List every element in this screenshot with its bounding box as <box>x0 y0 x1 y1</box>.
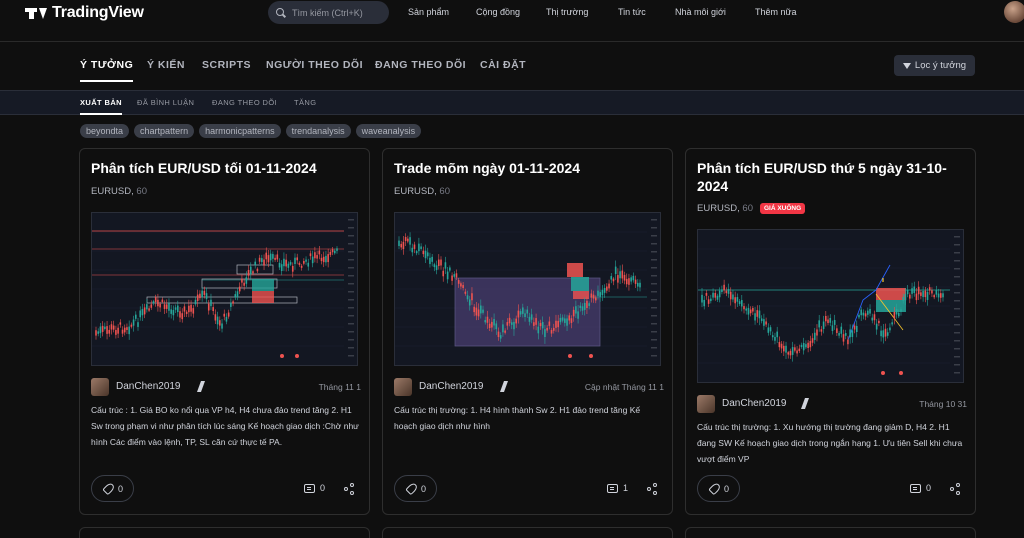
comment-icon <box>607 483 618 493</box>
idea-card-next-row <box>685 527 976 538</box>
rocket-icon <box>102 483 114 495</box>
subtab-following[interactable]: ĐANG THEO DÕI <box>212 98 277 107</box>
tab-following[interactable]: ĐANG THEO DÕI <box>375 59 466 71</box>
top-header: TradingView Sản phẩm Cộng đồng Thị trườn… <box>0 0 1024 42</box>
idea-description: Cấu trúc thị trường: 1. H4 hình thành Sw… <box>394 405 641 431</box>
chart-thumbnail <box>698 230 963 382</box>
pen-icon <box>499 381 509 392</box>
share-icon[interactable] <box>950 483 961 495</box>
tab-followers[interactable]: NGƯỜI THEO DÕI <box>266 59 363 71</box>
comment-icon <box>304 483 315 493</box>
idea-chart-preview[interactable] <box>91 212 358 366</box>
subtab-commented[interactable]: ĐÃ BÌNH LUẬN <box>137 98 194 107</box>
idea-title[interactable]: Trade mõm ngày 01-11-2024 <box>394 159 664 177</box>
nav-markets[interactable]: Thị trường <box>546 7 588 17</box>
idea-chart-preview[interactable] <box>697 229 964 383</box>
comment-count: 0 <box>926 483 932 493</box>
filter-ideas-button[interactable]: Lọc ý tưởng <box>894 55 975 76</box>
subtab-boosted[interactable]: TĂNG <box>294 98 316 107</box>
author-avatar[interactable] <box>394 378 412 396</box>
idea-symbol[interactable]: EURUSD, 60 <box>394 186 450 197</box>
sub-tabs: XUẤT BẢN ĐÃ BÌNH LUẬN ĐANG THEO DÕI TĂNG <box>0 90 1024 115</box>
author-avatar[interactable] <box>697 395 715 413</box>
idea-chart-preview[interactable] <box>394 212 661 366</box>
idea-card-next-row <box>79 527 370 538</box>
rocket-icon <box>708 483 720 495</box>
boost-button[interactable]: 0 <box>91 475 134 502</box>
chart-thumbnail <box>395 213 660 365</box>
nav-community[interactable]: Cộng đồng <box>476 7 520 17</box>
bearish-badge: GIÁ XUỐNG <box>759 203 806 214</box>
chart-thumbnail <box>92 213 357 365</box>
rocket-icon <box>405 483 417 495</box>
boost-button[interactable]: 0 <box>394 475 437 502</box>
comment-count: 0 <box>320 483 326 493</box>
tag-chip[interactable]: trendanalysis <box>285 124 351 138</box>
tab-opinions[interactable]: Ý KIẾN <box>147 59 185 71</box>
comment-icon <box>910 483 921 493</box>
idea-description: Cấu trúc : 1. Giá BO ko nổi qua VP h4, H… <box>91 405 359 447</box>
tab-ideas[interactable]: Ý TƯỞNG <box>80 59 134 82</box>
tradingview-logo[interactable]: TradingView <box>25 4 144 22</box>
filter-icon <box>902 62 911 69</box>
tag-chip[interactable]: beyondta <box>80 124 130 138</box>
author-name[interactable]: DanChen2019 <box>419 381 484 392</box>
idea-title[interactable]: Phân tích EUR/USD thứ 5 ngày 31-10-2024 <box>697 159 967 195</box>
profile-tabs: Ý TƯỞNG Ý KIẾN SCRIPTS NGƯỜI THEO DÕI ĐA… <box>0 42 1024 90</box>
idea-card[interactable]: Phân tích EUR/USD thứ 5 ngày 31-10-2024 … <box>685 148 976 515</box>
boost-count: 0 <box>723 483 729 494</box>
nav-news[interactable]: Tin tức <box>618 7 646 17</box>
nav-brokers[interactable]: Nhà môi giới <box>675 7 726 17</box>
comments-button[interactable]: 0 <box>304 483 325 493</box>
tab-settings[interactable]: CÀI ĐẶT <box>480 59 526 71</box>
search-icon <box>276 7 286 18</box>
boost-count: 0 <box>117 483 123 494</box>
brand-name: TradingView <box>52 4 144 21</box>
publish-date: Cập nhật Tháng 11 1 <box>584 382 664 392</box>
idea-description: Cấu trúc thị trường: 1. Xu hướng thị trư… <box>697 422 963 464</box>
author-row: DanChen2019 Tháng 11 1 <box>91 378 361 396</box>
idea-title[interactable]: Phân tích EUR/USD tối 01-11-2024 <box>91 159 361 177</box>
pen-icon <box>196 381 206 392</box>
comments-button[interactable]: 1 <box>607 483 628 493</box>
idea-card[interactable]: Trade mõm ngày 01-11-2024 EURUSD, 60 Dan… <box>382 148 673 515</box>
idea-symbol[interactable]: EURUSD, 60 GIÁ XUỐNG <box>697 203 806 214</box>
nav-products[interactable]: Sản phẩm <box>408 7 449 17</box>
nav-more[interactable]: Thêm nữa <box>755 7 797 17</box>
share-icon[interactable] <box>344 483 355 495</box>
publish-date: Tháng 11 1 <box>318 382 361 392</box>
tag-chip[interactable]: harmonicpatterns <box>199 124 281 138</box>
logo-icon <box>25 7 47 19</box>
author-name[interactable]: DanChen2019 <box>116 381 181 392</box>
user-avatar[interactable] <box>1004 1 1024 23</box>
comments-button[interactable]: 0 <box>910 483 931 493</box>
search-input[interactable] <box>292 7 382 18</box>
tag-chip[interactable]: waveanalysis <box>355 124 422 138</box>
tab-scripts[interactable]: SCRIPTS <box>202 59 251 71</box>
share-icon[interactable] <box>647 483 658 495</box>
author-row: DanChen2019 Cập nhật Tháng 11 1 <box>394 378 664 396</box>
pen-icon <box>800 398 810 409</box>
author-row: DanChen2019 Tháng 10 31 <box>697 395 967 413</box>
subtab-published[interactable]: XUẤT BẢN <box>80 98 122 115</box>
author-avatar[interactable] <box>91 378 109 396</box>
idea-symbol[interactable]: EURUSD, 60 <box>91 186 147 197</box>
filter-label: Lọc ý tưởng <box>914 60 967 71</box>
boost-button[interactable]: 0 <box>697 475 740 502</box>
boost-count: 0 <box>420 483 426 494</box>
author-name[interactable]: DanChen2019 <box>722 398 787 409</box>
idea-card[interactable]: Phân tích EUR/USD tối 01-11-2024 EURUSD,… <box>79 148 370 515</box>
tag-chip[interactable]: chartpattern <box>134 124 195 138</box>
comment-count: 1 <box>623 483 629 493</box>
publish-date: Tháng 10 31 <box>919 399 967 409</box>
search-box[interactable] <box>268 1 389 24</box>
idea-card-next-row <box>382 527 673 538</box>
tag-chips: beyondta chartpattern harmonicpatterns t… <box>80 124 422 138</box>
